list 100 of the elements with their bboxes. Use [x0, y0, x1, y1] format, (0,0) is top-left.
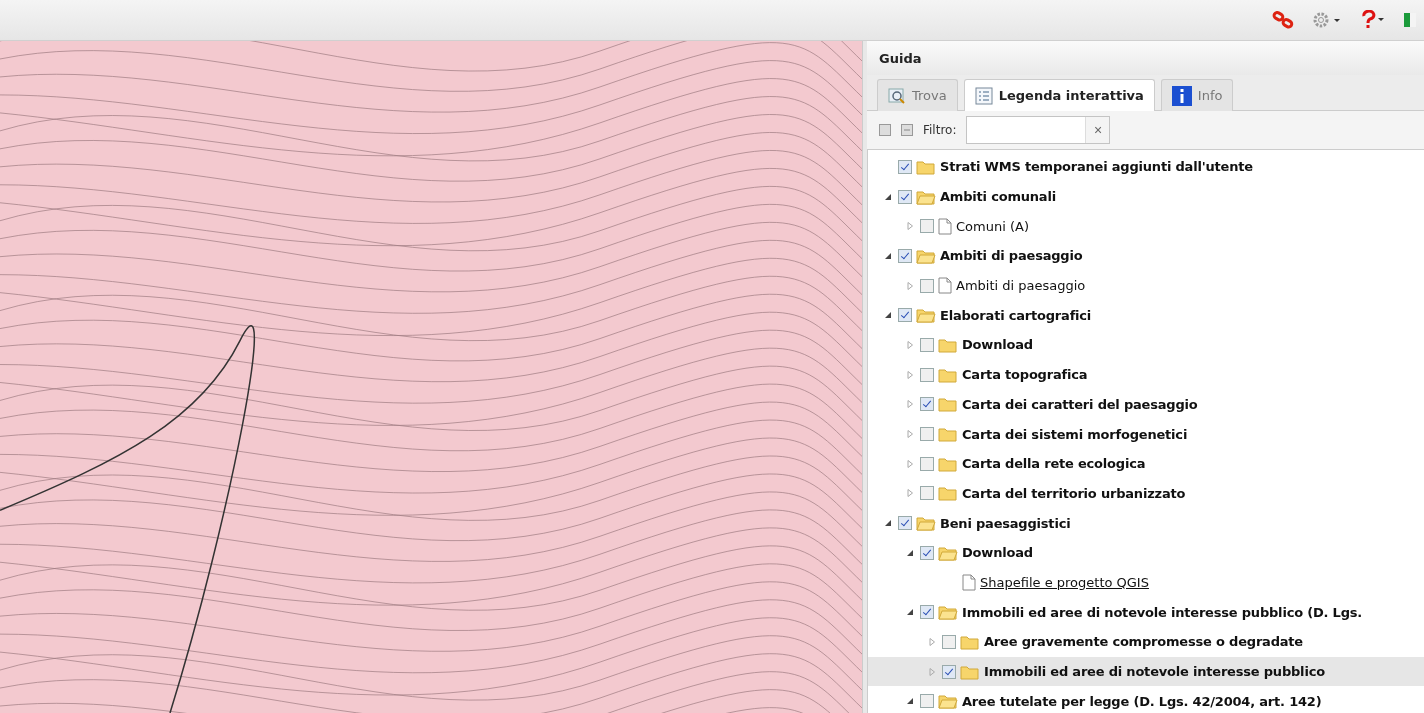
link-icon[interactable] — [1270, 9, 1296, 31]
layer-label: Beni paesaggistici — [940, 515, 1071, 531]
checkbox[interactable] — [898, 248, 912, 263]
expanded-triangle-icon[interactable] — [884, 311, 892, 320]
collapsed-triangle-icon[interactable] — [906, 370, 914, 379]
expanded-triangle-icon[interactable] — [884, 251, 892, 260]
tree-row[interactable]: Immobili ed aree di notevole interesse pubblico — [868, 656, 1424, 687]
layer-label: Immobili ed aree di notevole interesse pubblico (D. Lgs. — [962, 604, 1363, 620]
folder-icon — [938, 455, 958, 472]
open-folder-icon — [916, 515, 936, 532]
tree-row[interactable]: Comuni (A) — [868, 211, 1424, 242]
layer-label: Strati WMS temporanei aggiunti dall'utente — [940, 159, 1253, 175]
collapsed-triangle-icon[interactable] — [906, 489, 914, 498]
tree-row[interactable]: Carta della rete ecologica — [868, 448, 1424, 479]
checkbox[interactable] — [898, 159, 912, 174]
layer-label: Carta topografica — [962, 367, 1088, 383]
checkbox[interactable] — [920, 219, 934, 234]
checkbox[interactable] — [920, 486, 934, 501]
checkbox[interactable] — [920, 605, 934, 620]
collapsed-triangle-icon[interactable] — [906, 340, 914, 349]
expanded-triangle-icon[interactable] — [906, 608, 914, 617]
checkbox[interactable] — [898, 516, 912, 531]
folder-icon — [960, 633, 980, 650]
checkbox[interactable] — [920, 427, 934, 442]
layer-label: Aree tutelate per legge (D. Lgs. 42/2004, art. 142) — [962, 693, 1322, 709]
layer-label: Carta dei sistemi morfogenetici — [962, 426, 1188, 442]
collapsed-triangle-icon[interactable] — [928, 667, 936, 676]
checkbox[interactable] — [898, 189, 912, 204]
tree-row[interactable]: Carta dei sistemi morfogenetici — [868, 419, 1424, 449]
tree-row[interactable]: Elaborati cartografici — [868, 300, 1424, 331]
filter-label: Filtro: — [923, 123, 957, 137]
tree-row[interactable]: Ambiti di paesaggio — [868, 270, 1424, 301]
topographic-map[interactable] — [0, 41, 862, 713]
expanded-triangle-icon[interactable] — [906, 697, 914, 706]
open-folder-icon — [938, 693, 958, 710]
tree-row[interactable]: Aree tutelate per legge (D. Lgs. 42/2004, art. 142) — [868, 686, 1424, 713]
layer-label: Download — [962, 337, 1033, 353]
collapsed-triangle-icon[interactable] — [906, 430, 914, 439]
layer-label: Download — [962, 545, 1033, 561]
layer-label: Elaborati cartografici — [940, 307, 1092, 323]
filter-field[interactable]: × — [966, 116, 1111, 144]
tree-row[interactable]: Beni paesaggistici — [868, 508, 1424, 538]
folder-icon — [938, 396, 958, 413]
open-folder-icon — [938, 604, 958, 621]
checkbox[interactable] — [898, 308, 912, 323]
layer-label: Comuni (A) — [956, 218, 1029, 234]
layer-label: Aree gravemente compromesse o degradate — [984, 634, 1303, 650]
document-icon — [938, 277, 952, 295]
tree-row[interactable]: Ambiti di paesaggio — [868, 241, 1424, 271]
open-folder-icon — [938, 544, 958, 561]
tree-row[interactable]: Aree gravemente compromesse o degradate — [868, 627, 1424, 657]
collapsed-triangle-icon[interactable] — [906, 222, 914, 231]
open-folder-icon — [916, 188, 936, 205]
collapse-all-icon[interactable] — [901, 124, 913, 136]
tree-row[interactable]: Carta topografica — [868, 359, 1424, 390]
magnifier-icon — [888, 86, 906, 105]
document-icon — [938, 217, 952, 235]
checkbox[interactable] — [920, 694, 934, 709]
checkbox[interactable] — [920, 545, 934, 560]
collapsed-triangle-icon[interactable] — [906, 400, 914, 409]
document-icon — [962, 573, 976, 591]
tree-row[interactable]: Strati WMS temporanei aggiunti dall'utente — [868, 152, 1424, 182]
collapsed-triangle-icon[interactable] — [928, 637, 936, 646]
checkbox[interactable] — [942, 664, 956, 679]
folder-icon — [938, 366, 958, 383]
expanded-triangle-icon[interactable] — [906, 548, 914, 557]
open-folder-icon — [916, 247, 936, 264]
tab[interactable]: Legenda interattiva — [963, 79, 1155, 111]
folder-icon — [916, 158, 936, 175]
tab[interactable]: Info — [1160, 79, 1234, 111]
clear-button[interactable]: × — [1085, 117, 1110, 143]
checkbox[interactable] — [920, 337, 934, 352]
expand-all-icon[interactable] — [879, 124, 891, 136]
layer-label: Ambiti di paesaggio — [940, 248, 1083, 264]
checkbox[interactable] — [920, 456, 934, 471]
expanded-triangle-icon[interactable] — [884, 192, 892, 201]
expanded-triangle-icon[interactable] — [884, 519, 892, 528]
tree-row[interactable]: Download — [868, 330, 1424, 360]
download-link[interactable]: Shapefile e progetto QGIS — [980, 574, 1149, 590]
checkbox[interactable] — [920, 367, 934, 382]
tree-row[interactable]: Shapefile e progetto QGIS — [868, 567, 1424, 598]
panel-title: Guida — [867, 41, 1424, 75]
collapsed-triangle-icon[interactable] — [906, 281, 914, 290]
tree-row[interactable]: Carta del territorio urbanizzato — [868, 478, 1424, 509]
tab[interactable]: Trova — [877, 79, 958, 111]
folder-icon — [938, 485, 958, 502]
tree-row[interactable]: Download — [868, 537, 1424, 568]
tree-row[interactable]: Carta dei caratteri del paesaggio — [868, 389, 1424, 420]
folder-icon — [938, 426, 958, 443]
checkbox[interactable] — [942, 634, 956, 649]
tree-row[interactable]: Ambiti comunali — [868, 181, 1424, 212]
checkbox[interactable] — [920, 397, 934, 412]
folder-icon — [938, 336, 958, 353]
layer-label: Carta del territorio urbanizzato — [962, 485, 1186, 501]
tree-row[interactable]: Immobili ed aree di notevole interesse pubblico (D. Lgs. — [868, 597, 1424, 627]
collapsed-triangle-icon[interactable] — [906, 459, 914, 468]
checkbox[interactable] — [920, 278, 934, 293]
open-folder-icon — [916, 307, 936, 324]
layer-label: Carta della rete ecologica — [962, 456, 1146, 472]
info-icon — [1171, 85, 1192, 106]
